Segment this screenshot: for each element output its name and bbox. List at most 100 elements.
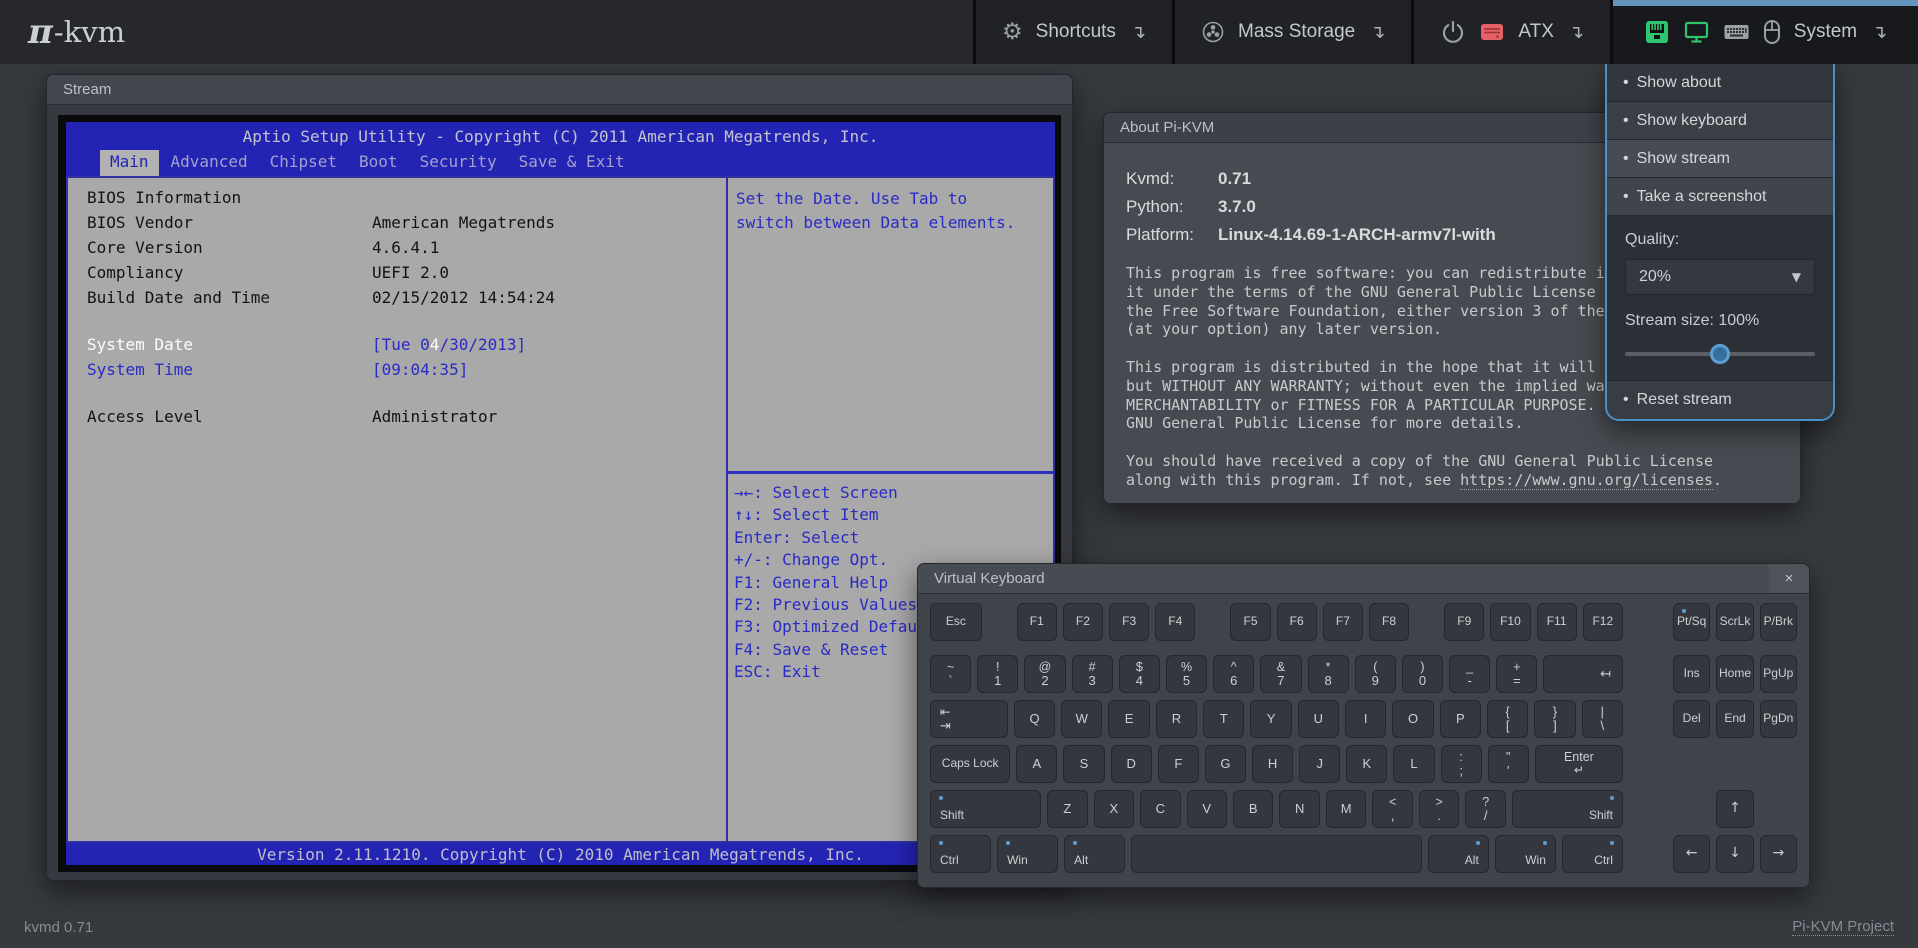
- key-a[interactable]: A: [1016, 745, 1057, 783]
- key-z[interactable]: Z: [1047, 790, 1087, 828]
- key-f1[interactable]: F1: [1017, 603, 1057, 641]
- key-6[interactable]: ^6: [1213, 655, 1254, 693]
- stream-window-titlebar[interactable]: Stream: [47, 75, 1072, 105]
- key-1[interactable]: !1: [977, 655, 1018, 693]
- key-semicolon[interactable]: :;: [1441, 745, 1482, 783]
- keyboard-window-titlebar[interactable]: Virtual Keyboard ×: [918, 564, 1809, 594]
- key-9[interactable]: (9: [1355, 655, 1396, 693]
- key-f[interactable]: F: [1158, 745, 1199, 783]
- key-x[interactable]: X: [1094, 790, 1134, 828]
- key-s[interactable]: S: [1063, 745, 1104, 783]
- key-f4[interactable]: F4: [1155, 603, 1195, 641]
- key-g[interactable]: G: [1205, 745, 1246, 783]
- key-ctrl-right[interactable]: Ctrl: [1562, 835, 1623, 873]
- key-arrow-down[interactable]: ↓: [1716, 835, 1753, 873]
- key-esc[interactable]: Esc: [930, 603, 982, 641]
- key-2[interactable]: @2: [1024, 655, 1065, 693]
- key-7[interactable]: &7: [1260, 655, 1301, 693]
- key-f11[interactable]: F11: [1537, 603, 1577, 641]
- key-ctrl-left[interactable]: Ctrl: [930, 835, 991, 873]
- key-f9[interactable]: F9: [1444, 603, 1484, 641]
- bios-tab-advanced[interactable]: Advanced: [161, 150, 258, 176]
- key-c[interactable]: C: [1140, 790, 1180, 828]
- key-arrow-up[interactable]: ↑: [1716, 790, 1753, 828]
- key-p[interactable]: P: [1440, 700, 1481, 738]
- key-print-screen[interactable]: Pt/Sq: [1673, 603, 1710, 641]
- key-f2[interactable]: F2: [1063, 603, 1103, 641]
- key-equal[interactable]: +=: [1496, 655, 1537, 693]
- key-d[interactable]: D: [1111, 745, 1152, 783]
- key-period[interactable]: >.: [1419, 790, 1459, 828]
- key-o[interactable]: O: [1392, 700, 1433, 738]
- nav-mass-storage-menu[interactable]: Mass Storage ↴: [1172, 0, 1411, 64]
- key-y[interactable]: Y: [1250, 700, 1291, 738]
- key-home[interactable]: Home: [1716, 655, 1753, 693]
- key-minus[interactable]: _-: [1449, 655, 1490, 693]
- bios-tab-save-exit[interactable]: Save & Exit: [509, 150, 635, 176]
- key-b[interactable]: B: [1233, 790, 1273, 828]
- key-t[interactable]: T: [1203, 700, 1244, 738]
- close-icon[interactable]: ×: [1769, 564, 1809, 593]
- key-0[interactable]: )0: [1402, 655, 1443, 693]
- key-enter[interactable]: Enter↵: [1535, 745, 1623, 783]
- key-8[interactable]: *8: [1308, 655, 1349, 693]
- key-l[interactable]: L: [1393, 745, 1434, 783]
- nav-shortcuts-menu[interactable]: ⚙ Shortcuts ↴: [973, 0, 1172, 64]
- key-f12[interactable]: F12: [1583, 603, 1623, 641]
- key-slash[interactable]: ?/: [1465, 790, 1505, 828]
- menu-item-show-keyboard[interactable]: •Show keyboard: [1607, 102, 1833, 140]
- key-scroll-lock[interactable]: ScrLk: [1716, 603, 1753, 641]
- key-page-down[interactable]: PgDn: [1760, 700, 1797, 738]
- key-5[interactable]: %5: [1166, 655, 1207, 693]
- bios-tab-boot[interactable]: Boot: [349, 150, 408, 176]
- key-w[interactable]: W: [1061, 700, 1102, 738]
- key-f5[interactable]: F5: [1230, 603, 1270, 641]
- key-4[interactable]: $4: [1119, 655, 1160, 693]
- key-j[interactable]: J: [1299, 745, 1340, 783]
- bios-tab-main[interactable]: Main: [100, 150, 159, 176]
- key-alt-left[interactable]: Alt: [1064, 835, 1125, 873]
- key-m[interactable]: M: [1326, 790, 1366, 828]
- bios-tab-security[interactable]: Security: [410, 150, 507, 176]
- nav-system-menu[interactable]: System ↴: [1610, 0, 1918, 64]
- menu-item-take-a-screenshot[interactable]: •Take a screenshot: [1607, 178, 1833, 216]
- menu-item-reset-stream[interactable]: • Reset stream: [1607, 381, 1833, 419]
- key-pause-break[interactable]: P/Brk: [1760, 603, 1797, 641]
- key-n[interactable]: N: [1279, 790, 1319, 828]
- key-r[interactable]: R: [1156, 700, 1197, 738]
- key-f7[interactable]: F7: [1323, 603, 1363, 641]
- key-insert[interactable]: Ins: [1673, 655, 1710, 693]
- key-f10[interactable]: F10: [1490, 603, 1530, 641]
- bios-screen[interactable]: Aptio Setup Utility - Copyright (C) 2011…: [66, 122, 1055, 865]
- key-end[interactable]: End: [1716, 700, 1753, 738]
- key-f3[interactable]: F3: [1109, 603, 1149, 641]
- key-e[interactable]: E: [1108, 700, 1149, 738]
- key-caps-lock[interactable]: Caps Lock: [930, 745, 1010, 783]
- key-shift-left[interactable]: Shift: [930, 790, 1041, 828]
- key-backspace[interactable]: ↤: [1543, 655, 1623, 693]
- bios-tab-chipset[interactable]: Chipset: [260, 150, 347, 176]
- key-i[interactable]: I: [1345, 700, 1386, 738]
- menu-item-show-stream[interactable]: •Show stream: [1607, 140, 1833, 178]
- key-win-right[interactable]: Win: [1495, 835, 1556, 873]
- stream-size-slider[interactable]: [1625, 344, 1815, 364]
- key-v[interactable]: V: [1187, 790, 1227, 828]
- key-quote[interactable]: "': [1488, 745, 1529, 783]
- key-q[interactable]: Q: [1014, 700, 1055, 738]
- key-arrow-right[interactable]: →: [1760, 835, 1797, 873]
- key-bracket-right[interactable]: }]: [1534, 700, 1575, 738]
- key-tab[interactable]: ⇤⇥: [930, 700, 1008, 738]
- quality-select[interactable]: 20% ▼: [1625, 259, 1815, 295]
- key-f8[interactable]: F8: [1369, 603, 1409, 641]
- slider-thumb[interactable]: [1710, 344, 1730, 364]
- key-comma[interactable]: <,: [1372, 790, 1412, 828]
- key-u[interactable]: U: [1298, 700, 1339, 738]
- menu-item-show-about[interactable]: •Show about: [1607, 64, 1833, 102]
- key-bracket-left[interactable]: {[: [1487, 700, 1528, 738]
- nav-atx-menu[interactable]: ATX ↴: [1411, 0, 1610, 64]
- key-h[interactable]: H: [1252, 745, 1293, 783]
- gnu-license-link[interactable]: https://www.gnu.org/licenses: [1460, 471, 1713, 490]
- key-backslash[interactable]: |\: [1582, 700, 1623, 738]
- key-space[interactable]: [1131, 835, 1421, 873]
- key-k[interactable]: K: [1346, 745, 1387, 783]
